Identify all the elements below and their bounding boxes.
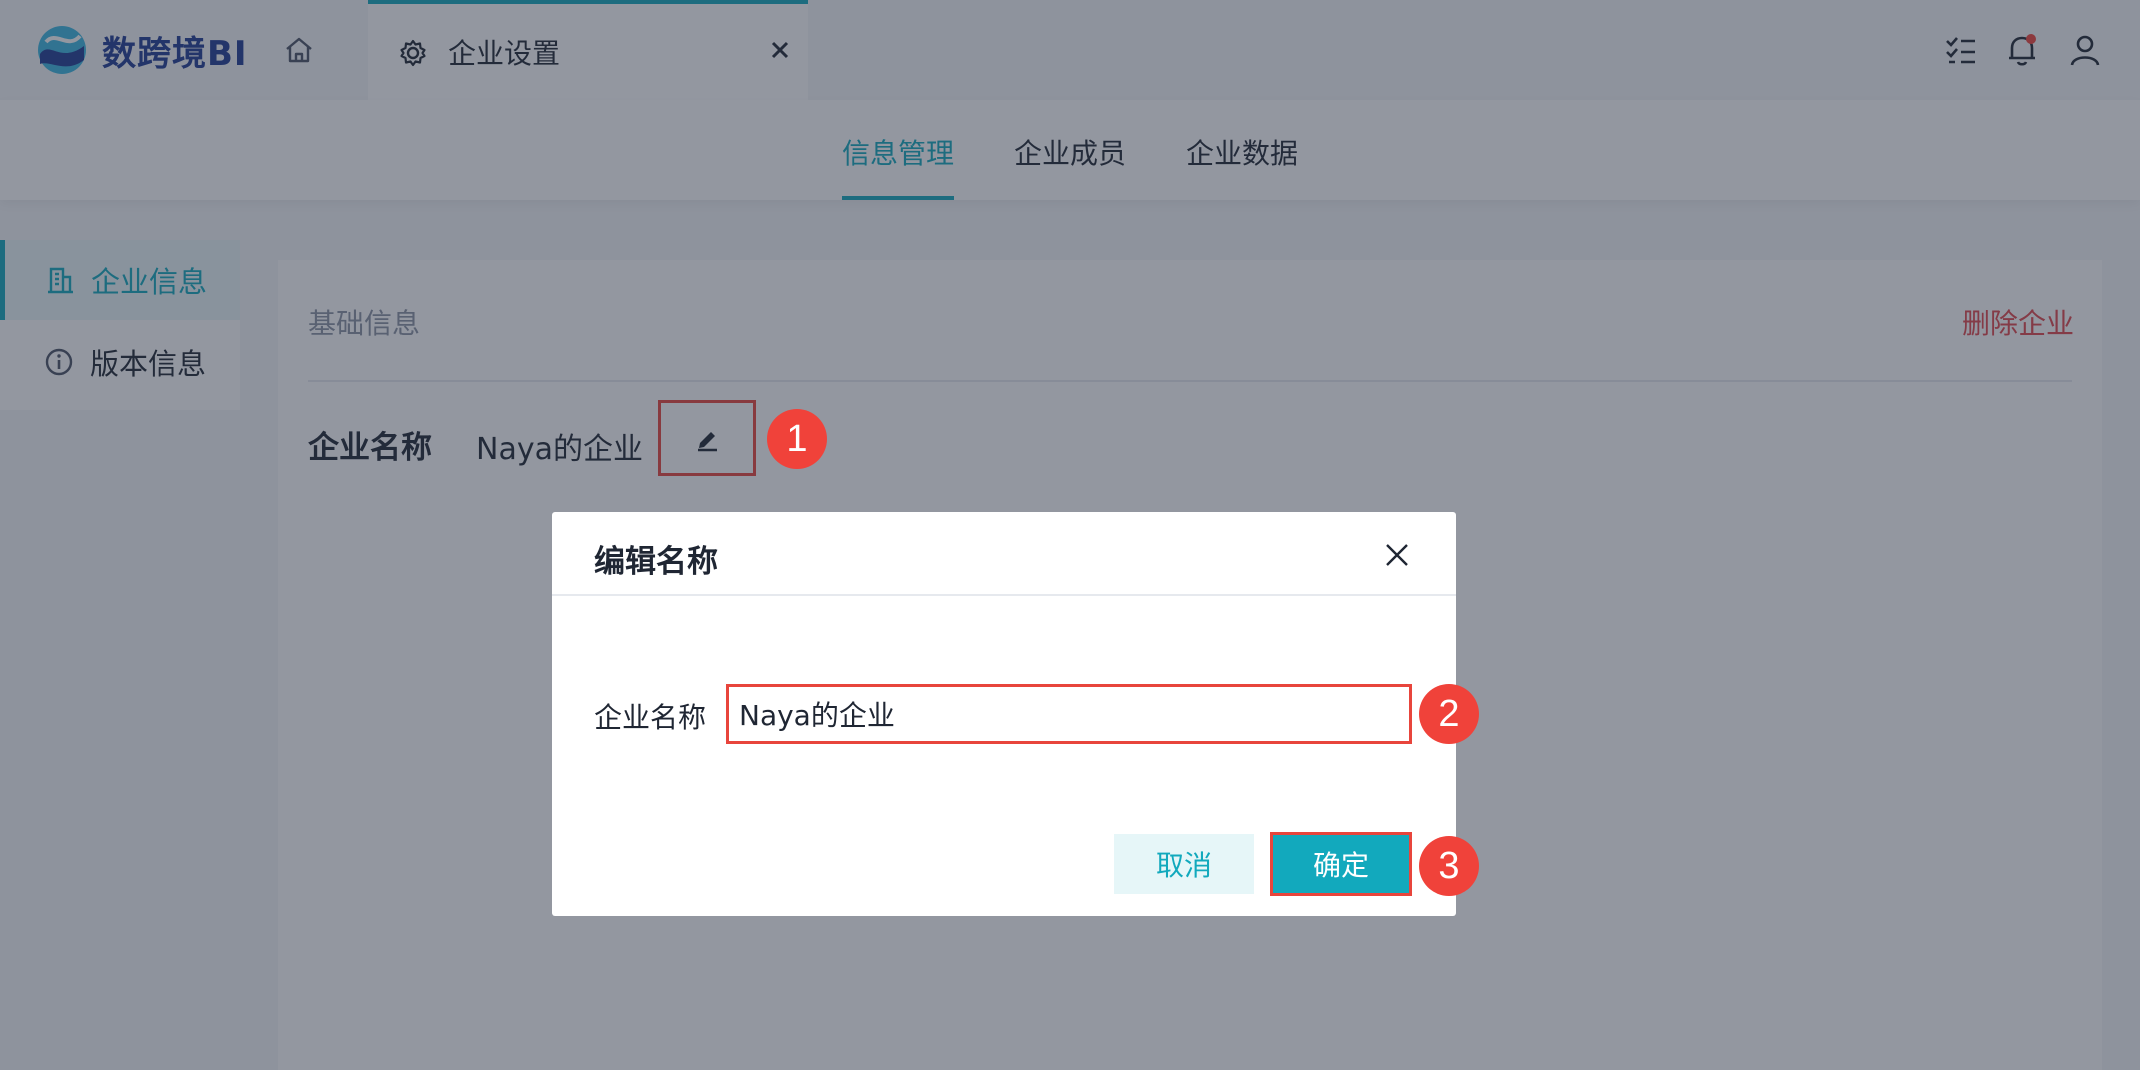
confirm-button[interactable]: 确定 (1270, 832, 1412, 896)
step-badge-2: 2 (1419, 684, 1479, 744)
cancel-button[interactable]: 取消 (1114, 834, 1254, 894)
step-badge-3: 3 (1419, 836, 1479, 896)
enterprise-name-input[interactable] (726, 684, 1412, 744)
enterprise-name-field-label: 企业名称 (594, 701, 707, 734)
dialog-title: 编辑名称 (594, 544, 718, 580)
divider (552, 594, 1456, 596)
step-badge-1: 1 (767, 409, 827, 469)
edit-name-dialog: 编辑名称 企业名称 取消 确定 (552, 512, 1456, 916)
close-icon[interactable] (1382, 540, 1412, 570)
